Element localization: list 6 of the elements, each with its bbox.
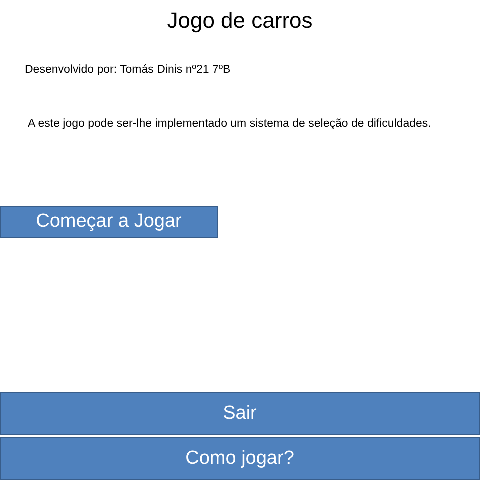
start-button[interactable]: Começar a Jogar	[0, 206, 218, 238]
game-title: Jogo de carros	[167, 8, 313, 34]
credit-text: Desenvolvido por: Tomás Dinis nº21 7ºB	[25, 64, 231, 76]
menu-button[interactable]: Como jogar?	[0, 437, 480, 480]
note-text: A este jogo pode ser-lhe implementado um sistema de seleção de dificuldades.	[28, 118, 432, 130]
menu-button[interactable]: Sair	[0, 392, 480, 435]
